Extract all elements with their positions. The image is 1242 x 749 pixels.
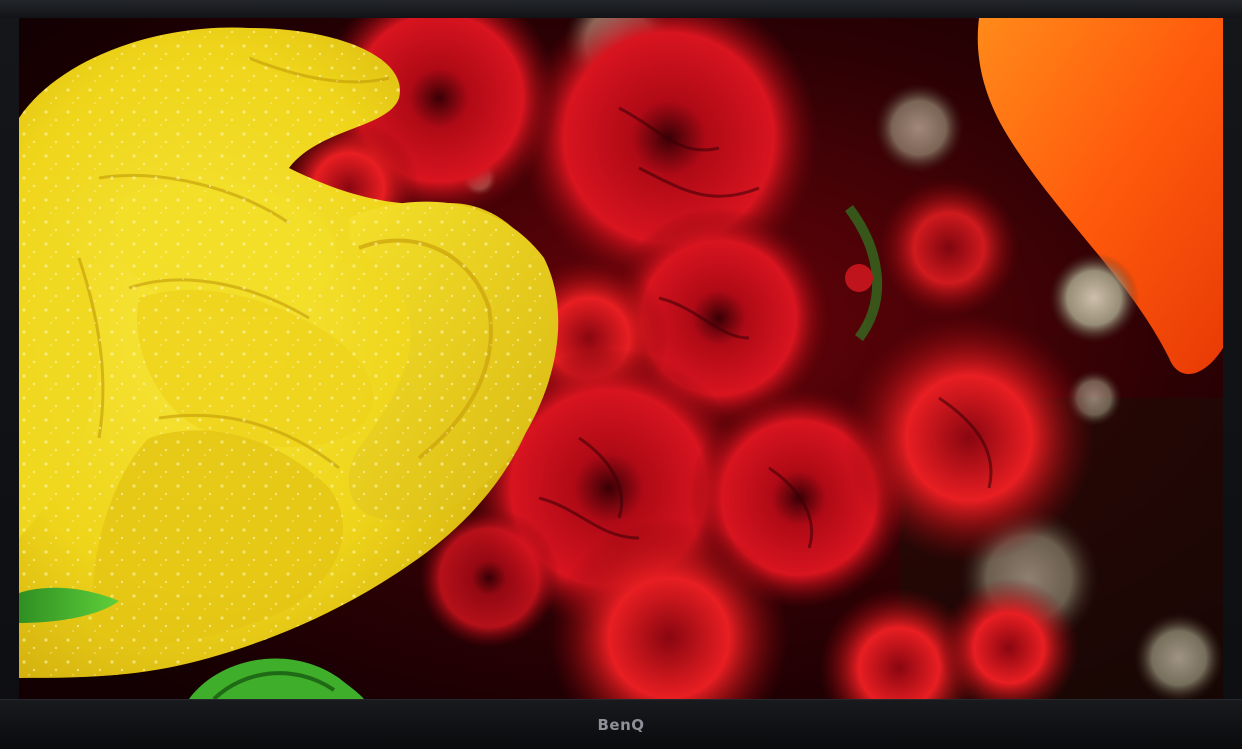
monitor-screen: [19, 18, 1223, 699]
brand-logo: BenQ: [597, 716, 645, 734]
monitor-bottom-bezel: BenQ: [0, 699, 1242, 749]
monitor-top-bezel: [0, 0, 1242, 18]
flower-photo: [19, 18, 1223, 699]
monitor: BenQ: [0, 0, 1242, 749]
